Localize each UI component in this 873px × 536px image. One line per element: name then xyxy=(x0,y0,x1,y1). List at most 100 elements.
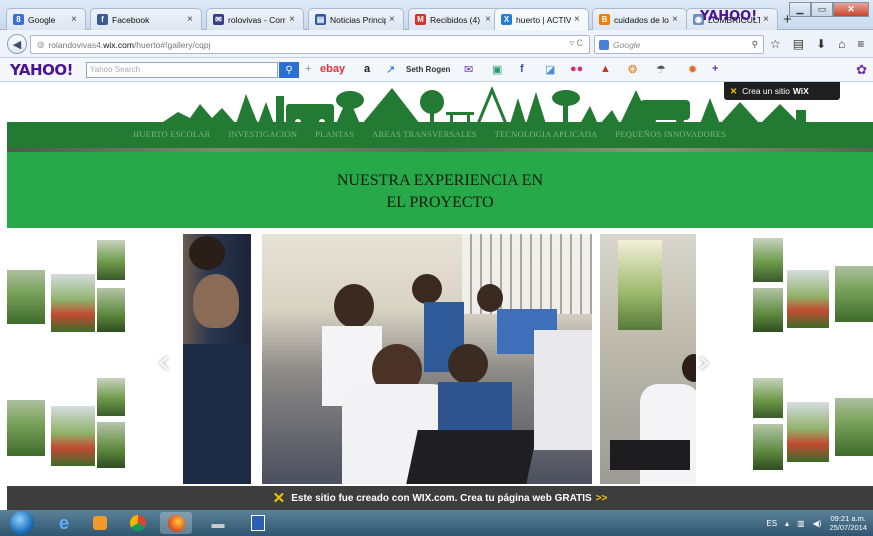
gallery-photo-main[interactable] xyxy=(262,234,592,484)
windows-start-button[interactable] xyxy=(10,511,34,535)
site-menu-item[interactable]: AREAS TRANSVERSALES xyxy=(372,129,476,139)
gear-icon[interactable]: ✿ xyxy=(856,62,867,78)
wix-promo-bar[interactable]: ✕ Este sitio fue creado con WIX.com. Cre… xyxy=(7,486,873,510)
site-menu-item[interactable]: HUERTO ESCOLAR xyxy=(133,129,210,139)
trending-icon[interactable]: ↗ xyxy=(386,63,395,76)
news-icon: ▤ xyxy=(315,14,326,25)
tab-5[interactable]: MRecibidos (4) - rol...× xyxy=(408,8,500,30)
facebook-icon[interactable]: f xyxy=(520,63,524,75)
gallery-thumb-right-7[interactable] xyxy=(787,402,829,462)
tab-7[interactable]: Bcuidados de los s...× xyxy=(592,8,687,30)
gallery-thumb-left-4[interactable] xyxy=(97,288,125,332)
finance-icon[interactable]: ◪ xyxy=(545,63,555,76)
home-icon[interactable]: ⌂ xyxy=(838,37,845,51)
mail-icon[interactable]: ✉ xyxy=(464,63,473,76)
volume-icon[interactable]: ◀) xyxy=(813,519,822,528)
site-menu-bar: HUERTO ESCOLAR INVESTIGACION PLANTAS AREAS … xyxy=(7,122,873,148)
sun-icon[interactable]: ✹ xyxy=(688,63,697,76)
gallery-photo-next[interactable] xyxy=(600,234,696,484)
website-page: ✕ Crea un sitio WiX HUERTO ESCOLAR INVEST… xyxy=(0,82,873,486)
tab-1[interactable]: 8 Google × xyxy=(6,8,86,30)
reload-icon[interactable]: C xyxy=(577,38,584,48)
minimize-button[interactable]: ▁ xyxy=(789,2,811,17)
star-icon[interactable]: ☆ xyxy=(770,37,781,51)
gmail-icon: M xyxy=(415,14,426,25)
tab-label: huerto | ACTIVID... xyxy=(516,14,571,25)
games-icon[interactable]: ▲ xyxy=(600,63,611,75)
flickr-icon[interactable]: ●● xyxy=(570,63,583,75)
gallery-thumb-right-4[interactable] xyxy=(835,266,873,322)
drive-icon[interactable]: ▬ xyxy=(204,512,232,534)
sports-icon[interactable]: ❂ xyxy=(628,63,637,76)
clipboard-icon[interactable]: ▤ xyxy=(793,37,804,51)
gallery-thumb-left-7[interactable] xyxy=(97,378,125,416)
tab-label: Noticias Principal... xyxy=(330,14,386,25)
add-icon[interactable]: + xyxy=(712,63,718,75)
wix-icon: X xyxy=(501,14,512,25)
tab-4[interactable]: ▤ Noticias Principal...× xyxy=(308,8,404,30)
gallery-thumb-left-2[interactable] xyxy=(51,274,95,332)
gallery-thumb-right-2[interactable] xyxy=(753,288,783,332)
gallery-thumb-left-1[interactable] xyxy=(7,270,45,324)
media-player-icon[interactable] xyxy=(86,512,114,534)
create-wix-site-badge[interactable]: ✕ Crea un sitio WiX xyxy=(724,82,840,100)
gallery-thumb-right-3[interactable] xyxy=(787,270,829,328)
trending-name-link[interactable]: Seth Rogen xyxy=(406,65,450,74)
tab-6[interactable]: Xhuerto | ACTIVID...× xyxy=(494,8,589,30)
word-icon[interactable] xyxy=(244,512,272,534)
dropdown-icon[interactable]: ▿ xyxy=(569,38,574,48)
network-icon[interactable]: ▥ xyxy=(797,519,805,528)
site-menu-item[interactable]: INVESTIGACION xyxy=(228,129,297,139)
show-hidden-icons-icon[interactable]: ▴ xyxy=(785,519,789,528)
tab-label: Recibidos (4) - rol... xyxy=(430,14,482,25)
internet-explorer-icon[interactable]: e xyxy=(50,512,78,534)
amazon-icon[interactable]: a xyxy=(364,63,370,75)
news-icon[interactable]: ▣ xyxy=(492,63,502,76)
menu-icon[interactable]: ≡ xyxy=(857,37,864,51)
maximize-button[interactable]: ▭ xyxy=(811,2,833,17)
firefox-icon[interactable] xyxy=(160,512,192,534)
ebay-link[interactable]: ebay xyxy=(320,63,345,75)
close-tab-icon[interactable]: × xyxy=(574,14,584,25)
back-button[interactable]: ◀ xyxy=(7,34,27,54)
yahoo-search-input[interactable]: Yahoo Search xyxy=(86,62,278,78)
yahoo-search-button[interactable]: ⚲ xyxy=(279,62,299,78)
close-tab-icon[interactable]: × xyxy=(763,14,773,25)
gallery-thumb-right-5[interactable] xyxy=(753,378,783,418)
tab-3[interactable]: ✉ rolovivas - Correo...× xyxy=(206,8,304,30)
gallery-thumb-right-1[interactable] xyxy=(753,238,783,282)
site-menu-item[interactable]: TECNOLOGIA APLICADA xyxy=(495,129,598,139)
close-window-button[interactable]: ✕ xyxy=(833,2,869,17)
gallery-thumb-left-3[interactable] xyxy=(97,240,125,280)
chrome-icon[interactable] xyxy=(124,512,152,534)
browser-search-box[interactable]: Google ⚲ xyxy=(594,35,764,54)
close-tab-icon[interactable]: × xyxy=(289,14,299,25)
tab-label: Facebook xyxy=(112,14,150,25)
site-menu-item[interactable]: PLANTAS xyxy=(315,129,354,139)
download-icon[interactable]: ⬇ xyxy=(816,37,826,51)
search-icon[interactable]: ⚲ xyxy=(752,39,758,50)
close-tab-icon[interactable]: × xyxy=(672,14,682,25)
clock[interactable]: 09:21 a.m. 25/07/2014 xyxy=(829,514,867,532)
close-tab-icon[interactable]: × xyxy=(389,14,399,25)
close-tab-icon[interactable]: × xyxy=(187,14,197,25)
language-indicator[interactable]: ES xyxy=(766,519,777,528)
gallery-thumb-left-5[interactable] xyxy=(7,400,45,456)
yahoo-logo[interactable]: YAHOO! xyxy=(10,61,73,79)
gallery-thumb-left-6[interactable] xyxy=(51,406,95,466)
address-bar[interactable]: ◍ rolandovivas4. wix.com/huerto#!gallery/… xyxy=(30,35,590,54)
gallery-thumb-left-8[interactable] xyxy=(97,422,125,468)
gallery-thumb-right-8[interactable] xyxy=(835,398,873,456)
tab-2[interactable]: f Facebook × xyxy=(90,8,202,30)
mail-icon: ✉ xyxy=(213,14,224,25)
gallery-next-arrow-icon[interactable]: › xyxy=(697,342,711,382)
clock-time: 09:21 a.m. xyxy=(830,514,866,523)
gallery-photo-previous[interactable] xyxy=(183,234,251,484)
page-title: NUESTRA EXPERIENCIA EN EL PROYECTO xyxy=(7,170,873,214)
plus-icon[interactable]: + xyxy=(305,63,311,75)
weather-icon[interactable]: ☂ xyxy=(656,63,666,76)
gallery-thumb-right-6[interactable] xyxy=(753,424,783,470)
gallery-prev-arrow-icon[interactable]: ‹ xyxy=(157,342,171,382)
site-menu-item[interactable]: PEQUEÑOS INNOVADORES xyxy=(615,129,726,139)
close-tab-icon[interactable]: × xyxy=(71,14,81,25)
